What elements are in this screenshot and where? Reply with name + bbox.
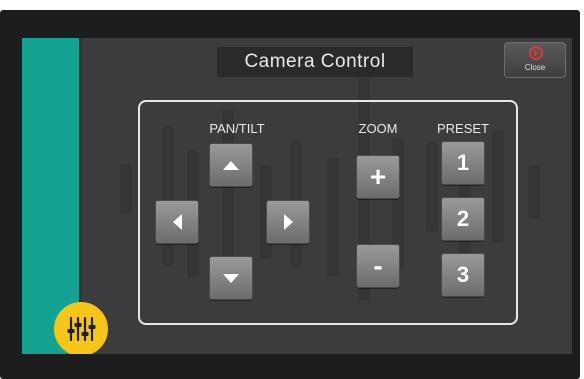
pan-left-button[interactable] <box>155 200 199 244</box>
zoom-out-button[interactable]: - <box>356 244 400 288</box>
preset-3-label: 3 <box>456 262 470 287</box>
zoom-out-label: - <box>373 250 383 281</box>
tilt-up-button[interactable] <box>209 143 253 187</box>
preset-3-button[interactable]: 3 <box>441 253 485 297</box>
pan-tilt-label: PAN/TILT <box>209 121 265 136</box>
touch-panel-screen: Camera Control Close PAN/TILT ZOOM PRESE… <box>22 38 572 354</box>
close-icon <box>529 46 543 60</box>
close-button[interactable]: Close <box>504 42 566 78</box>
page-title: Camera Control <box>217 47 413 77</box>
triangle-left-icon <box>172 214 182 230</box>
device-top <box>0 0 584 10</box>
bg-fader <box>120 164 132 214</box>
mixer-button[interactable] <box>54 302 108 354</box>
audio-mixer-icon <box>67 316 96 342</box>
close-label: Close <box>524 63 546 72</box>
zoom-label: ZOOM <box>358 121 398 136</box>
preset-label: PRESET <box>436 121 489 136</box>
zoom-in-button[interactable]: + <box>356 155 400 199</box>
preset-2-label: 2 <box>456 206 470 231</box>
tilt-down-button[interactable] <box>209 256 253 300</box>
bg-fader <box>528 166 540 218</box>
pan-right-button[interactable] <box>266 200 310 244</box>
triangle-right-icon <box>283 214 293 230</box>
triangle-down-icon <box>223 273 239 283</box>
triangle-up-icon <box>223 160 239 170</box>
preset-2-button[interactable]: 2 <box>441 197 485 241</box>
preset-1-label: 1 <box>456 150 470 175</box>
zoom-in-label: + <box>369 161 387 192</box>
preset-1-button[interactable]: 1 <box>441 141 485 185</box>
